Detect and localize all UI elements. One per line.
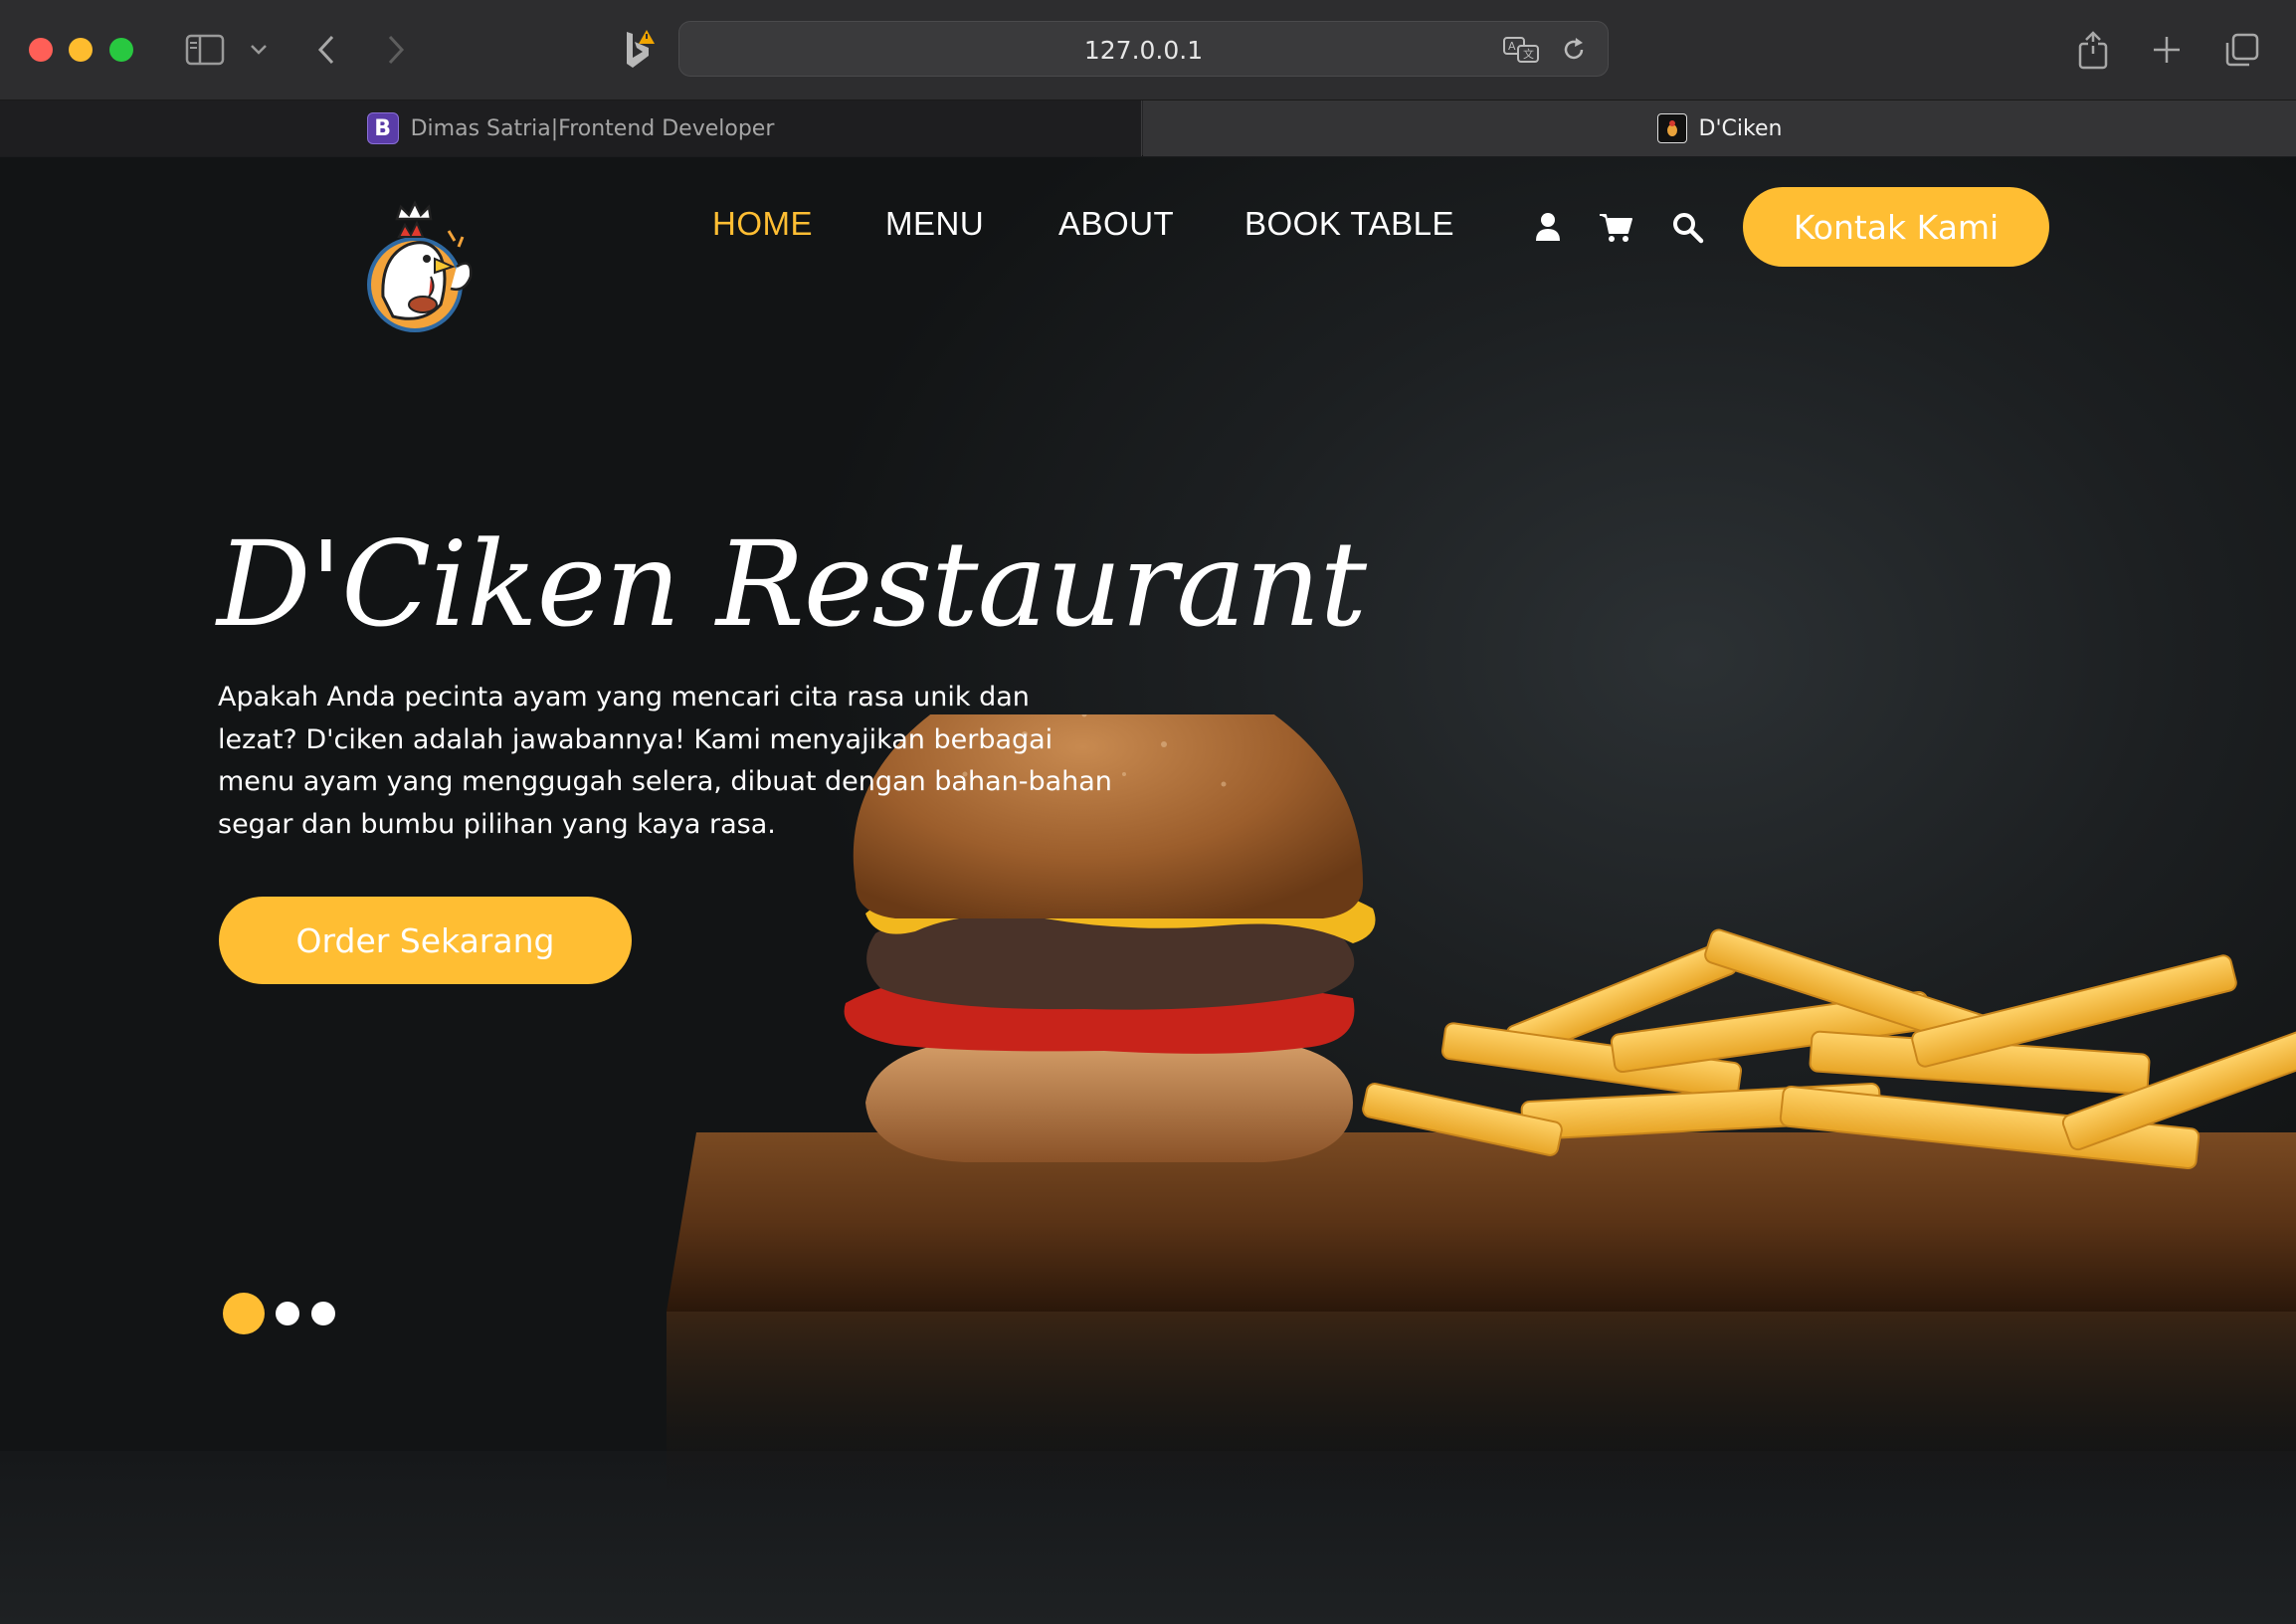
reload-icon[interactable]: [1560, 36, 1588, 69]
browser-toolbar: 127.0.0.1 A文: [0, 0, 2296, 101]
svg-text:文: 文: [1523, 47, 1534, 61]
bing-icon[interactable]: [613, 26, 661, 74]
tab-title: D'Ciken: [1698, 115, 1783, 141]
share-icon[interactable]: [2075, 26, 2111, 74]
nav-book-table[interactable]: BOOK TABLE: [1244, 205, 1454, 243]
translate-icon[interactable]: A文: [1502, 36, 1542, 69]
search-icon[interactable]: [1669, 209, 1705, 245]
nav-home[interactable]: HOME: [712, 205, 813, 243]
forward-icon[interactable]: [380, 26, 412, 74]
nav-menu[interactable]: MENU: [885, 205, 984, 243]
carousel-dot[interactable]: [223, 1293, 265, 1334]
hero-description: Apakah Anda pecinta ayam yang mencari ci…: [218, 682, 1112, 840]
tab-dciken[interactable]: D'Ciken: [1143, 101, 2296, 156]
tab-bar: B Dimas Satria|Frontend Developer D'Cike…: [0, 101, 2296, 156]
zoom-window-button[interactable]: [109, 38, 133, 62]
carousel-dot[interactable]: [311, 1302, 335, 1325]
dciken-favicon-icon: [1656, 113, 1687, 143]
user-icon[interactable]: [1530, 209, 1566, 245]
tab-overview-icon[interactable]: [2222, 26, 2262, 74]
minimize-window-button[interactable]: [69, 38, 93, 62]
restaurant-page: HOME MENU ABOUT BOOK TABLE Kontak Kami D…: [0, 157, 2296, 1624]
burger-and-fries-image: [667, 714, 2296, 1501]
dciken-logo[interactable]: [353, 197, 492, 336]
order-now-button[interactable]: Order Sekarang: [219, 897, 632, 984]
tab-portfolio[interactable]: B Dimas Satria|Frontend Developer: [0, 101, 1142, 156]
svg-text:A: A: [1508, 40, 1516, 53]
bootstrap-favicon-icon: B: [366, 112, 399, 144]
new-tab-icon[interactable]: [2149, 26, 2185, 74]
url-text: 127.0.0.1: [1083, 36, 1204, 65]
cart-icon[interactable]: [1598, 209, 1633, 245]
back-icon[interactable]: [310, 26, 342, 74]
hero-title: D'Ciken Restaurant: [217, 515, 1367, 653]
carousel-dot[interactable]: [276, 1302, 299, 1325]
chevron-down-icon[interactable]: [245, 26, 273, 74]
address-bar[interactable]: 127.0.0.1 A文: [678, 21, 1609, 77]
close-window-button[interactable]: [29, 38, 53, 62]
tab-title: Dimas Satria|Frontend Developer: [410, 115, 775, 141]
nav-about[interactable]: ABOUT: [1058, 205, 1174, 243]
sidebar-toggle-icon[interactable]: [181, 26, 229, 74]
contact-button[interactable]: Kontak Kami: [1743, 187, 2049, 267]
